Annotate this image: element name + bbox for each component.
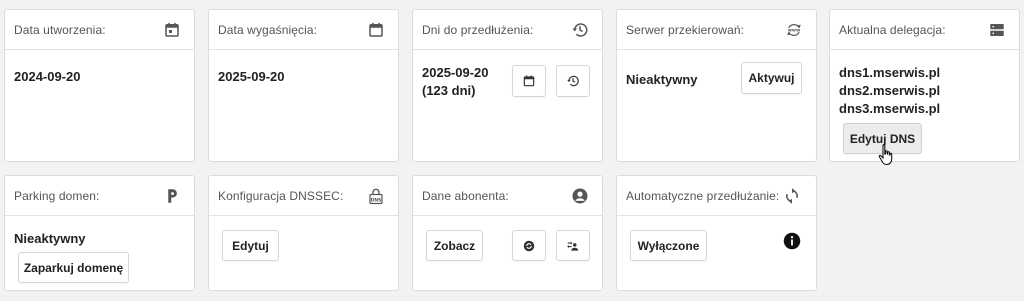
calendar-icon bbox=[162, 20, 182, 40]
card-title: Parking domen: bbox=[14, 189, 100, 203]
card-title: Konfiguracja DNSSEC: bbox=[218, 189, 344, 203]
calendar-icon bbox=[522, 74, 536, 88]
card-header: Data wygaśnięcia: bbox=[209, 10, 398, 50]
card-created: Data utworzenia: 2024-09-20 bbox=[4, 9, 195, 162]
card-header: Automatyczne przedłużanie: bbox=[617, 176, 816, 216]
www-refresh-icon: www bbox=[784, 20, 804, 40]
card-title: Dni do przedłużenia: bbox=[422, 23, 534, 37]
card-title: Data wygaśnięcia: bbox=[218, 23, 318, 37]
card-title: Aktualna delegacja: bbox=[839, 23, 946, 37]
history-icon bbox=[566, 74, 580, 88]
card-redirect: Serwer przekierowań: www Nieaktywny Akty… bbox=[616, 9, 817, 162]
view-subscriber-button[interactable]: Zobacz bbox=[426, 230, 483, 261]
card-parking: Parking domen: Nieaktywny Zaparkuj domen… bbox=[4, 175, 195, 291]
calendar-icon bbox=[366, 20, 386, 40]
card-expires: Data wygaśnięcia: 2025-09-20 bbox=[208, 9, 399, 162]
renewal-date: 2025-09-20 bbox=[422, 65, 489, 80]
refresh-subscriber-button[interactable] bbox=[512, 230, 546, 261]
dns-server-2: dns2.mserwis.pl bbox=[839, 83, 941, 98]
card-header: Data utworzenia: bbox=[5, 10, 194, 50]
refresh-icon bbox=[522, 239, 536, 253]
creation-date: 2024-09-20 bbox=[14, 69, 81, 84]
history-icon bbox=[570, 20, 590, 40]
card-header: Konfiguracja DNSSEC: DNS bbox=[209, 176, 398, 216]
card-header: Serwer przekierowań: www bbox=[617, 10, 816, 50]
card-title: Serwer przekierowań: bbox=[626, 23, 745, 37]
redirect-status: Nieaktywny bbox=[626, 72, 698, 87]
history-button[interactable] bbox=[556, 65, 590, 97]
card-renewal: Dni do przedłużenia: 2025-09-20 (123 dni… bbox=[412, 9, 603, 162]
card-autorenew: Automatyczne przedłużanie: Wyłączone bbox=[616, 175, 817, 291]
server-icon bbox=[987, 20, 1007, 40]
park-domain-button[interactable]: Zaparkuj domenę bbox=[18, 252, 129, 283]
dns-lock-icon: DNS bbox=[366, 186, 386, 206]
card-title: Data utworzenia: bbox=[14, 23, 106, 37]
expiration-date: 2025-09-20 bbox=[218, 69, 285, 84]
parking-p-icon bbox=[162, 186, 182, 206]
svg-text:DNS: DNS bbox=[371, 198, 382, 204]
card-header: Aktualna delegacja: bbox=[830, 10, 1019, 50]
account-circle-icon bbox=[570, 186, 590, 206]
card-title: Dane abonenta: bbox=[422, 189, 509, 203]
calendar-button[interactable] bbox=[512, 65, 546, 97]
autorenew-icon bbox=[782, 186, 802, 206]
card-subscriber: Dane abonenta: Zobacz bbox=[412, 175, 603, 291]
card-delegation: Aktualna delegacja: dns1.mserwis.pl dns2… bbox=[829, 9, 1020, 162]
transfer-subscriber-button[interactable] bbox=[556, 230, 590, 261]
parking-status: Nieaktywny bbox=[14, 231, 86, 246]
autorenew-toggle-button[interactable]: Wyłączone bbox=[630, 230, 707, 261]
card-dnssec: Konfiguracja DNSSEC: DNS Edytuj bbox=[208, 175, 399, 291]
dns-server-3: dns3.mserwis.pl bbox=[839, 101, 941, 116]
dns-server-1: dns1.mserwis.pl bbox=[839, 65, 941, 80]
info-icon[interactable] bbox=[783, 232, 801, 250]
card-header: Dane abonenta: bbox=[413, 176, 602, 216]
edit-dns-button[interactable]: Edytuj DNS bbox=[843, 123, 922, 154]
svg-text:www: www bbox=[788, 29, 800, 34]
card-title: Automatyczne przedłużanie: bbox=[626, 189, 780, 203]
renewal-days: (123 dni) bbox=[422, 83, 476, 98]
card-header: Dni do przedłużenia: bbox=[413, 10, 602, 50]
activate-redirect-button[interactable]: Aktywuj bbox=[741, 62, 802, 94]
person-transfer-icon bbox=[566, 239, 580, 253]
card-header: Parking domen: bbox=[5, 176, 194, 216]
edit-dnssec-button[interactable]: Edytuj bbox=[222, 230, 279, 261]
